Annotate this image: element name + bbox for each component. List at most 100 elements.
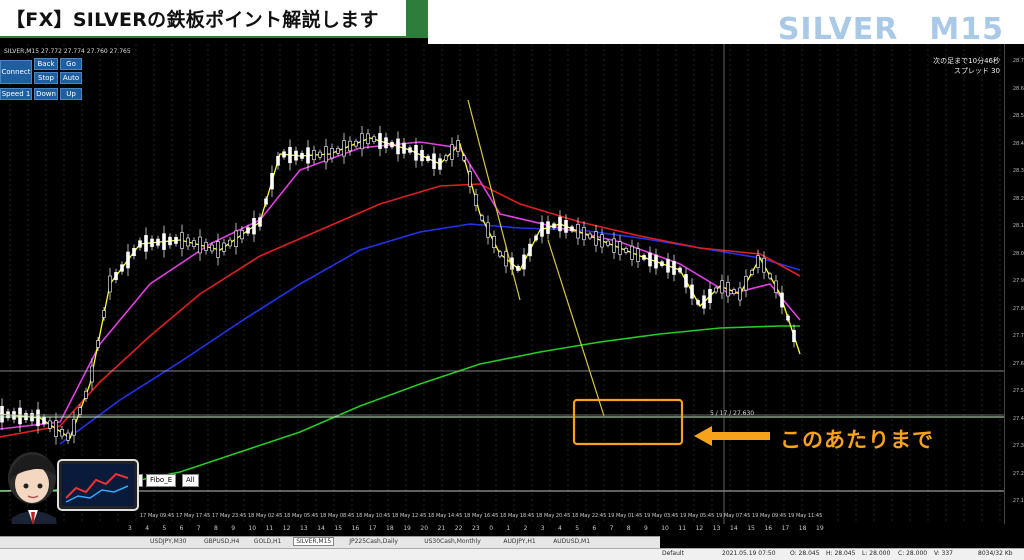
candle-body	[186, 237, 190, 247]
price-scale-label: 27.2	[1012, 470, 1024, 477]
candle-body	[618, 241, 622, 255]
go-button[interactable]: Go	[60, 58, 82, 70]
candle-body	[792, 329, 796, 343]
candle-body	[414, 145, 418, 161]
candle-body	[720, 280, 724, 294]
status-volume: V: 337	[934, 550, 953, 557]
candle-body	[450, 144, 454, 160]
header-area: SILVER M15	[428, 0, 1024, 47]
auto-button[interactable]: Auto	[60, 72, 82, 84]
candle-body	[384, 137, 388, 149]
candle-body	[666, 259, 670, 273]
candle-body	[708, 288, 712, 304]
candle-body	[582, 227, 586, 241]
time-axis-hour: 14	[317, 525, 325, 532]
candle-body	[228, 239, 232, 247]
candle-body	[780, 292, 784, 308]
candle-body	[354, 140, 358, 147]
tab-silver-m15[interactable]: SILVER,M15	[293, 537, 335, 546]
crosshair-label: 5 / 17 / 27.630	[710, 410, 755, 417]
time-axis-hour: 3	[540, 525, 545, 532]
time-axis-hour: 17	[781, 525, 790, 532]
candle-body	[240, 230, 244, 240]
status-open: O: 28.045	[790, 550, 820, 557]
trendline	[547, 239, 605, 417]
target-zone-box	[572, 398, 684, 446]
candle-body	[558, 216, 562, 232]
candle-body	[762, 257, 766, 273]
candle-body	[684, 274, 688, 288]
tab-audjpy-h1[interactable]: AUDJPY,H1	[501, 538, 537, 545]
price-scale-label: 28.2	[1012, 195, 1024, 202]
candle-body	[204, 242, 208, 251]
callout-text: このあたりまで	[780, 428, 934, 452]
price-scale-label: 28.3	[1012, 168, 1024, 174]
up-button[interactable]: Up	[60, 88, 82, 100]
tab-gold-h1[interactable]: GOLD,H1	[252, 538, 284, 545]
candle-body	[696, 300, 700, 305]
tab-audusd-m1[interactable]: AUDUSD,M1	[551, 538, 592, 545]
tab-jp225cash-daily[interactable]: JP225Cash,Daily	[347, 538, 400, 545]
candle-body	[378, 133, 382, 149]
candle-body	[60, 429, 64, 437]
status-profile: Default	[662, 550, 684, 557]
candle-body	[336, 147, 340, 154]
time-axis-hour: 21	[437, 525, 446, 532]
price-scale-label: 27.4	[1012, 415, 1024, 422]
connect-button[interactable]: Connect	[0, 60, 32, 84]
candle-body	[234, 230, 238, 247]
stop-button[interactable]: Stop	[34, 72, 58, 84]
time-axis-hour: 6	[179, 525, 184, 532]
candle-body	[78, 407, 82, 415]
candle-body	[258, 217, 262, 227]
time-axis-hour: 6	[592, 525, 597, 532]
price-scale-label: 27.5	[1012, 388, 1024, 394]
time-axis-date: 18 May 14:45	[428, 513, 463, 519]
status-traffic: 8034/32 Kb	[978, 550, 1013, 557]
time-axis-date: 19 May 03:45	[644, 513, 679, 519]
candle-body	[12, 411, 16, 420]
candle-body	[282, 151, 286, 158]
candle-body	[276, 156, 280, 166]
candle-body	[144, 235, 148, 252]
price-scale-label: 27.3	[1012, 443, 1024, 449]
time-axis-date: 19 May 11:45	[788, 513, 823, 519]
candle-body	[636, 248, 640, 262]
candle-body	[660, 261, 664, 267]
tab-us30cash-monthly[interactable]: US30Cash,Monthly	[422, 538, 483, 545]
time-axis-date: 18 May 18:45	[500, 513, 535, 519]
candle-body	[120, 264, 124, 272]
time-axis-date: 19 May 07:45	[716, 513, 751, 519]
candle-body	[606, 240, 610, 246]
candle-body	[42, 417, 46, 425]
time-axis-date: 19 May 09:45	[752, 513, 787, 519]
time-axis-hour: 7	[196, 525, 201, 532]
banner-title: 【FX】SILVERの鉄板ポイント解説します	[6, 8, 379, 31]
title-banner: 【FX】SILVERの鉄板ポイント解説します	[0, 0, 408, 38]
time-axis[interactable]: 3 4 5 6 7 8 9 10 11 12 13 14 15 16 17 18 19 20 21 22 23 0 1 2 3 4…	[0, 513, 1004, 536]
back-button[interactable]: Back	[34, 58, 58, 70]
candle-body	[630, 245, 634, 260]
price-scale[interactable]: 28.7 28.6 28.5 28.4 28.3 28.2 28.1 28.0 27.9 27.8…	[1004, 44, 1024, 524]
candle-body	[48, 420, 52, 429]
candle-body	[216, 241, 220, 258]
candle-body	[54, 420, 58, 437]
tab-gbpusd-h4[interactable]: GBPUSD,H4	[202, 538, 241, 545]
fibo-e-button[interactable]: Fibo_E	[146, 474, 177, 487]
candle-body	[84, 390, 88, 399]
ma-blue-line	[59, 223, 801, 445]
candle-body	[108, 275, 112, 293]
tab-usdjpy-m30[interactable]: USDJPY,M30	[148, 538, 188, 545]
time-axis-hour: 4	[558, 525, 562, 532]
time-axis-hour: 22	[454, 525, 463, 532]
candle-body	[330, 148, 334, 159]
time-axis-hour: 18	[798, 525, 807, 532]
time-axis-date: 17 May 23:45	[212, 513, 247, 519]
down-button[interactable]: Down	[34, 88, 58, 100]
all-button[interactable]: All	[182, 474, 199, 487]
candle-body	[648, 252, 652, 267]
bar-countdown: 次の足まで10分46秒 スプレッド 30	[933, 56, 1000, 76]
candle-body	[480, 215, 484, 221]
speed-button[interactable]: Speed 1	[0, 88, 32, 100]
time-axis-hour: 20	[420, 525, 429, 532]
